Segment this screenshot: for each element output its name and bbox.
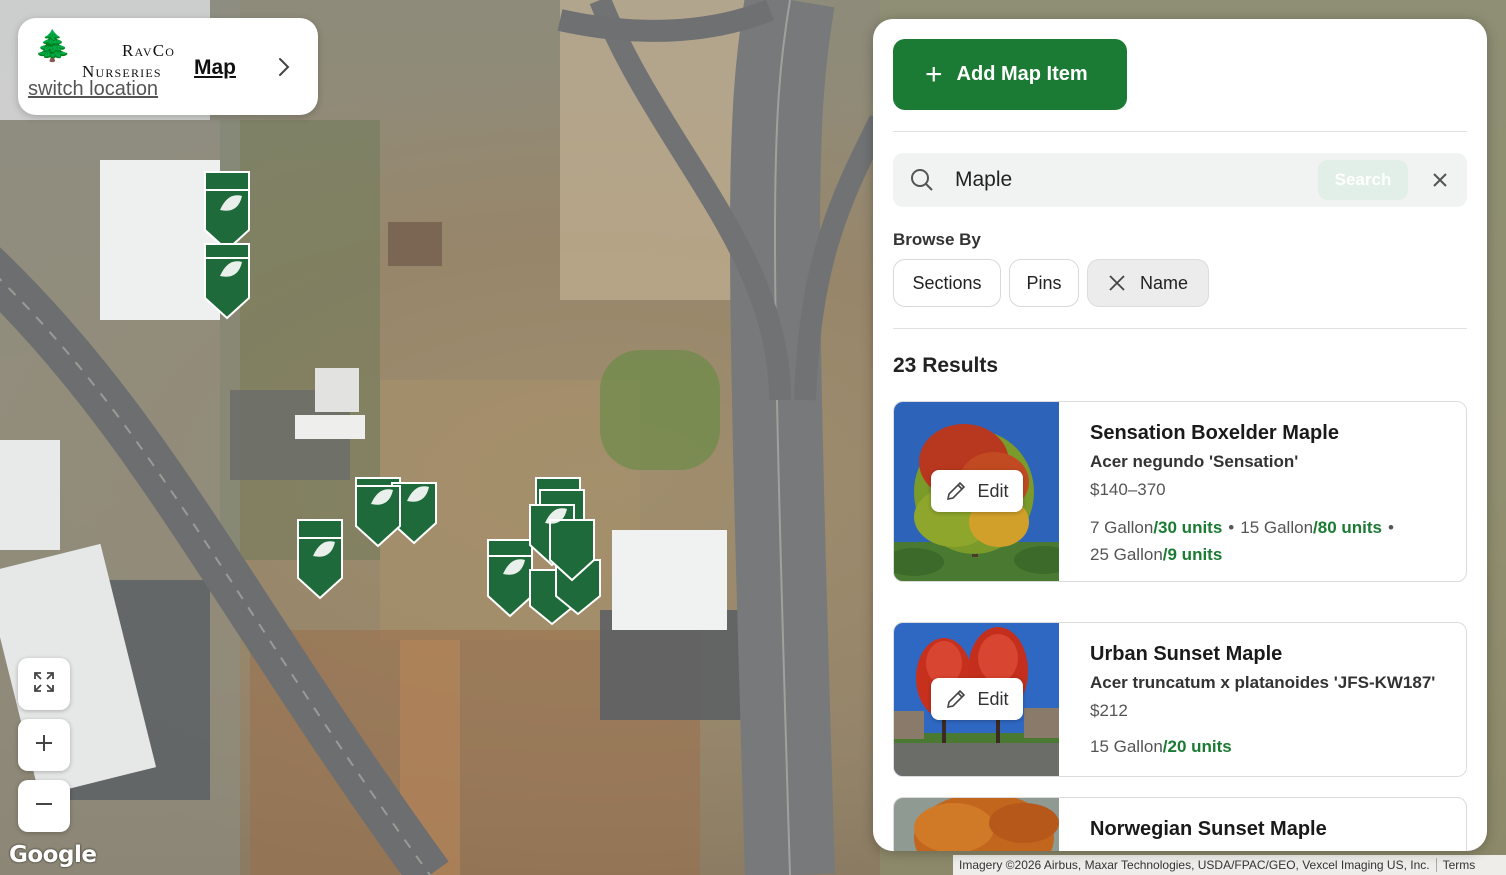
search-input[interactable] bbox=[955, 163, 1305, 197]
brand-name-line1: RavCo bbox=[122, 41, 176, 60]
inventory: 15 Gallon/20 units bbox=[1090, 733, 1450, 760]
result-card[interactable]: Norwegian Sunset Maple bbox=[893, 797, 1467, 851]
location-card: 🌲 RavCo Nurseries switch location Map bbox=[18, 18, 318, 115]
edit-label: Edit bbox=[977, 480, 1009, 501]
switch-location-link[interactable]: switch location bbox=[28, 78, 158, 101]
plant-photo bbox=[894, 798, 1059, 851]
size: 7 Gallon bbox=[1090, 518, 1154, 537]
chip-name[interactable]: Name bbox=[1087, 259, 1209, 307]
map-attribution: Imagery ©2026 Airbus, Maxar Technologies… bbox=[953, 855, 1506, 875]
map-link[interactable]: Map bbox=[194, 56, 236, 80]
chip-label: Pins bbox=[1026, 272, 1062, 293]
plant-name: Urban Sunset Maple bbox=[1090, 643, 1283, 665]
zoom-out-button[interactable] bbox=[18, 780, 70, 832]
fullscreen-icon bbox=[33, 671, 55, 698]
terms-link[interactable]: Terms bbox=[1443, 858, 1476, 872]
attribution-text: Imagery ©2026 Airbus, Maxar Technologies… bbox=[959, 858, 1430, 872]
edit-button[interactable]: Edit bbox=[931, 470, 1023, 512]
separator-dot: • bbox=[1388, 518, 1394, 537]
google-logo: Google bbox=[9, 842, 97, 868]
scientific-name: Acer truncatum x platanoides 'JFS-KW187' bbox=[1090, 673, 1436, 692]
chip-sections[interactable]: Sections bbox=[893, 259, 1001, 307]
side-panel: + Add Map Item Search Browse By Sections… bbox=[873, 19, 1487, 851]
divider bbox=[893, 131, 1467, 132]
plant-name: Sensation Boxelder Maple bbox=[1090, 422, 1339, 444]
pencil-icon bbox=[945, 688, 967, 710]
edit-label: Edit bbox=[977, 688, 1009, 709]
inventory: 7 Gallon/30 units • 15 Gallon/80 units • 25 … bbox=[1090, 514, 1450, 568]
edit-button[interactable]: Edit bbox=[931, 678, 1023, 720]
add-map-item-button[interactable]: + Add Map Item bbox=[893, 39, 1127, 110]
ravco-logo: 🌲 RavCo Nurseries bbox=[32, 29, 194, 82]
units: /80 units bbox=[1313, 518, 1382, 537]
pencil-icon bbox=[945, 480, 967, 502]
units: /9 units bbox=[1162, 545, 1223, 564]
search-button[interactable]: Search bbox=[1318, 160, 1408, 200]
search-bar: Search bbox=[893, 153, 1467, 207]
results-list[interactable]: Edit Sensation Boxelder Maple Acer negun… bbox=[893, 401, 1467, 851]
chip-label: Name bbox=[1139, 272, 1188, 293]
chevron-right-icon[interactable] bbox=[270, 52, 298, 82]
plus-icon: + bbox=[925, 57, 943, 91]
size: 25 Gallon bbox=[1090, 545, 1163, 564]
chip-label: Sections bbox=[912, 272, 982, 293]
pine-tree-icon: 🌲 bbox=[34, 29, 72, 64]
result-card[interactable]: Edit Sensation Boxelder Maple Acer negun… bbox=[893, 401, 1467, 582]
plus-icon bbox=[34, 733, 54, 758]
separator-dot: • bbox=[1228, 518, 1235, 537]
search-icon bbox=[909, 167, 935, 198]
units: /20 units bbox=[1162, 737, 1232, 756]
add-map-item-label: Add Map Item bbox=[956, 63, 1088, 85]
minus-icon bbox=[34, 794, 54, 819]
result-info: Sensation Boxelder Maple Acer negundo 'S… bbox=[1090, 402, 1450, 568]
size: 15 Gallon bbox=[1240, 518, 1314, 537]
zoom-in-button[interactable] bbox=[18, 719, 70, 771]
close-icon[interactable] bbox=[1427, 167, 1453, 193]
chip-pins[interactable]: Pins bbox=[1009, 259, 1079, 307]
units: /30 units bbox=[1153, 518, 1223, 537]
fullscreen-button[interactable] bbox=[18, 658, 70, 710]
size: 15 Gallon bbox=[1090, 737, 1163, 756]
attribution-divider bbox=[1435, 858, 1437, 872]
divider bbox=[893, 328, 1467, 329]
close-icon[interactable] bbox=[1108, 274, 1126, 292]
browse-by-label: Browse By bbox=[893, 230, 981, 249]
result-info: Norwegian Sunset Maple bbox=[1090, 798, 1327, 841]
result-info: Urban Sunset Maple Acer truncatum x plat… bbox=[1090, 623, 1450, 760]
price: $140–370 bbox=[1090, 480, 1166, 499]
plant-name: Norwegian Sunset Maple bbox=[1090, 818, 1327, 840]
price: $212 bbox=[1090, 701, 1128, 720]
results-count: 23 Results bbox=[893, 354, 999, 377]
result-card[interactable]: Edit Urban Sunset Maple Acer truncatum x… bbox=[893, 622, 1467, 777]
scientific-name: Acer negundo 'Sensation' bbox=[1090, 452, 1299, 471]
